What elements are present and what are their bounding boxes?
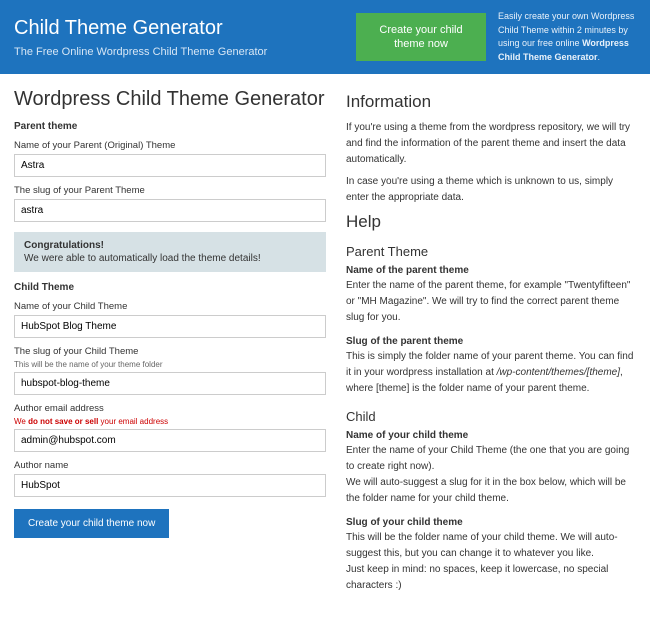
help-child-slug-body: This will be the folder name of your chi… <box>346 530 636 594</box>
help-child-name-body: Enter the name of your Child Theme (the … <box>346 443 636 507</box>
help-child-slug-title: Slug of your child theme <box>346 517 636 528</box>
site-title: Child Theme Generator <box>14 17 356 40</box>
info-heading: Information <box>346 92 636 112</box>
header-description: Easily create your own Wordpress Child T… <box>486 10 636 64</box>
page-header: Child Theme Generator The Free Online Wo… <box>0 0 650 74</box>
child-name-input[interactable] <box>14 315 326 338</box>
author-name-label: Author name <box>14 460 326 471</box>
child-slug-label: The slug of your Child Theme <box>14 346 326 357</box>
help-parent-name-title: Name of the parent theme <box>346 265 636 276</box>
help-heading: Help <box>346 212 636 232</box>
help-parent-slug: Slug of the parent theme This is simply … <box>346 336 636 397</box>
header-desc-post: . <box>598 52 601 62</box>
child-name-label: Name of your Child Theme <box>14 301 326 312</box>
alert-title: Congratulations! <box>24 240 316 251</box>
header-cta-button[interactable]: Create your child theme now <box>356 13 486 62</box>
info-p1: If you're using a theme from the wordpre… <box>346 120 636 168</box>
parent-slug-label: The slug of your Parent Theme <box>14 185 326 196</box>
info-p2: In case you're using a theme which is un… <box>346 174 636 206</box>
info-column: Information If you're using a theme from… <box>346 88 636 604</box>
help-parent-name-body: Enter the name of the parent theme, for … <box>346 278 636 326</box>
help-child-slug: Slug of your child theme This will be th… <box>346 517 636 594</box>
author-email-label: Author email address <box>14 403 326 414</box>
help-parent-slug-body: This is simply the folder name of your p… <box>346 349 636 397</box>
child-slug-hint: This will be the name of your theme fold… <box>14 360 326 369</box>
main-container: Wordpress Child Theme Generator Parent t… <box>0 74 650 618</box>
author-name-input[interactable] <box>14 474 326 497</box>
author-email-input[interactable] <box>14 429 326 452</box>
help-child-name: Name of your child theme Enter the name … <box>346 430 636 507</box>
child-slug-input[interactable] <box>14 372 326 395</box>
help-parent-slug-path: /wp-content/themes/[theme] <box>497 367 620 378</box>
parent-section-label: Parent theme <box>14 121 326 132</box>
success-alert: Congratulations! We were able to automat… <box>14 232 326 272</box>
site-subtitle: The Free Online Wordpress Child Theme Ge… <box>14 46 356 58</box>
page-title: Wordpress Child Theme Generator <box>14 88 326 111</box>
form-column: Wordpress Child Theme Generator Parent t… <box>14 88 326 604</box>
author-email-hint: We do not save or sell your email addres… <box>14 417 326 426</box>
help-parent-heading: Parent Theme <box>346 244 636 259</box>
help-parent-name: Name of the parent theme Enter the name … <box>346 265 636 326</box>
submit-button[interactable]: Create your child theme now <box>14 509 169 538</box>
header-left: Child Theme Generator The Free Online Wo… <box>14 17 356 58</box>
child-section-label: Child Theme <box>14 282 326 293</box>
parent-slug-input[interactable] <box>14 199 326 222</box>
help-child-name-title: Name of your child theme <box>346 430 636 441</box>
alert-text: We were able to automatically load the t… <box>24 253 261 264</box>
help-parent-slug-title: Slug of the parent theme <box>346 336 636 347</box>
help-child-heading: Child <box>346 409 636 424</box>
parent-name-input[interactable] <box>14 154 326 177</box>
parent-name-label: Name of your Parent (Original) Theme <box>14 140 326 151</box>
